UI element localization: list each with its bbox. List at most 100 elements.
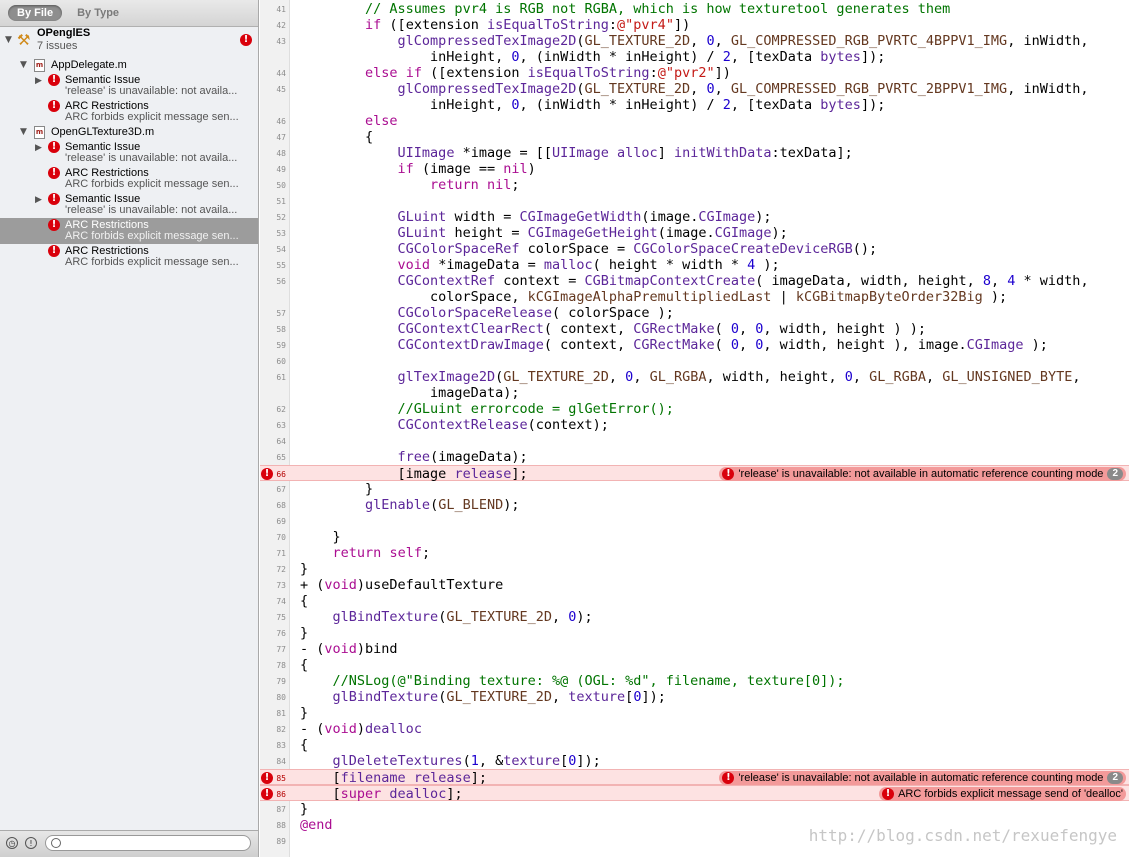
code-line[interactable]: 71 return self;: [260, 545, 1129, 561]
code-text: // Assumes pvr4 is RGB not RGBA, which i…: [365, 1, 951, 17]
line-number: 60: [276, 357, 286, 366]
code-line[interactable]: 65 free(imageData);: [260, 449, 1129, 465]
code-line[interactable]: 80 glBindTexture(GL_TEXTURE_2D, texture[…: [260, 689, 1129, 705]
disclosure-triangle-icon[interactable]: ▶: [35, 76, 42, 87]
code-line[interactable]: 73 + (void)useDefaultTexture: [260, 577, 1129, 593]
code-line[interactable]: 70 }: [260, 529, 1129, 545]
line-number: 72: [276, 565, 286, 574]
code-line[interactable]: 42 if ([extension isEqualToString:@"pvr4…: [260, 17, 1129, 33]
code-line[interactable]: 55 void *imageData = malloc( height * wi…: [260, 257, 1129, 273]
disclosure-triangle-icon[interactable]: ▼: [5, 35, 12, 46]
line-number: 56: [276, 277, 286, 286]
code-line[interactable]: 44 else if ([extension isEqualToString:@…: [260, 65, 1129, 81]
error-icon[interactable]: !: [261, 788, 273, 800]
code-line[interactable]: 52 GLuint width = CGImageGetWidth(image.…: [260, 209, 1129, 225]
code-line[interactable]: 67 }: [260, 481, 1129, 497]
code-line-error[interactable]: 66! [image release];!'release' is unavai…: [260, 465, 1129, 482]
line-number: 77: [276, 645, 286, 654]
issue-row[interactable]: ▶! Semantic Issue'release' is unavailable…: [0, 140, 258, 166]
code-text: {: [300, 129, 374, 145]
project-row[interactable]: ▼ ⚒ OPenglES 7 issues!: [0, 27, 258, 53]
line-number: 48: [276, 149, 286, 158]
code-line[interactable]: 75 glBindTexture(GL_TEXTURE_2D, 0);: [260, 609, 1129, 625]
issue-row[interactable]: ! ARC Restrictions ARC forbids explicit me…: [0, 99, 258, 125]
code-line[interactable]: 87}: [260, 801, 1129, 817]
code-line[interactable]: 49 if (image == nil): [260, 161, 1129, 177]
disclosure-triangle-icon[interactable]: ▶: [35, 143, 42, 154]
code-line[interactable]: 76}: [260, 625, 1129, 641]
code-line[interactable]: 60: [260, 353, 1129, 369]
line-number: 70: [276, 533, 286, 542]
code-line[interactable]: 64: [260, 433, 1129, 449]
code-line[interactable]: 77 - (void)bind: [260, 641, 1129, 657]
disclosure-triangle-icon[interactable]: ▼: [20, 127, 27, 138]
code-line[interactable]: 74 {: [260, 593, 1129, 609]
code-line[interactable]: 79 //NSLog(@"Binding texture: %@ (OGL: %…: [260, 673, 1129, 689]
code-line[interactable]: 62 //GLuint errorcode = glGetError();: [260, 401, 1129, 417]
file-name: OpenGLTexture3D.m: [51, 126, 155, 138]
error-icon: !: [48, 193, 60, 205]
line-number: 89: [276, 837, 286, 846]
line-number: 43: [276, 37, 286, 46]
code-line-error[interactable]: 85! [filename release];!'release' is una…: [260, 769, 1129, 786]
code-line[interactable]: 58 CGContextClearRect( context, CGRectMa…: [260, 321, 1129, 337]
issue-detail: 'release' is unavailable: not availa...: [65, 85, 238, 97]
issue-detail: 'release' is unavailable: not availa...: [65, 204, 238, 216]
code-line-error[interactable]: 86! [super dealloc];! ARC forbids explici…: [260, 785, 1129, 802]
issue-row[interactable]: ! ARC Restrictions ARC forbids explicit me…: [0, 218, 258, 244]
code-text: inHeight, 0, (inWidth * inHeight) / 2, […: [430, 49, 886, 65]
filter-search-input[interactable]: [45, 835, 251, 851]
warning-filter-icon[interactable]: !: [25, 837, 37, 849]
code-line[interactable]: 45 glCompressedTexImage2D(GL_TEXTURE_2D,…: [260, 81, 1129, 97]
code-line[interactable]: 54 CGColorSpaceRef colorSpace = CGColorS…: [260, 241, 1129, 257]
file-row[interactable]: ▼ m AppDelegate.m: [0, 58, 258, 73]
clock-icon[interactable]: ◷: [6, 837, 18, 849]
code-line[interactable]: inHeight, 0, (inWidth * inHeight) / 2, […: [260, 49, 1129, 65]
code-text: colorSpace, kCGImageAlphaPremultipliedLa…: [430, 289, 1008, 305]
scope-by-type-button[interactable]: By Type: [68, 5, 128, 21]
error-icon: !: [48, 219, 60, 231]
source-editor[interactable]: 41 // Assumes pvr4 is RGB not RGBA, whic…: [260, 0, 1129, 857]
error-icon[interactable]: !: [261, 772, 273, 784]
file-row[interactable]: ▼ m OpenGLTexture3D.m: [0, 125, 258, 140]
code-line[interactable]: 69: [260, 513, 1129, 529]
code-line[interactable]: 78 {: [260, 657, 1129, 673]
error-icon[interactable]: !: [261, 468, 273, 480]
issue-row[interactable]: ! ARC Restrictions ARC forbids explicit me…: [0, 166, 258, 192]
code-line[interactable]: 61 glTexImage2D(GL_TEXTURE_2D, 0, GL_RGB…: [260, 369, 1129, 385]
code-line[interactable]: imageData);: [260, 385, 1129, 401]
inline-error-badge[interactable]: !'release' is unavailable: not available…: [719, 467, 1126, 481]
xcode-project-icon: ⚒: [17, 31, 31, 49]
disclosure-triangle-icon[interactable]: ▼: [20, 60, 27, 71]
code-line[interactable]: 46 else: [260, 113, 1129, 129]
code-line[interactable]: 53 GLuint height = CGImageGetHeight(imag…: [260, 225, 1129, 241]
code-line[interactable]: 57 CGColorSpaceRelease( colorSpace );: [260, 305, 1129, 321]
code-line[interactable]: 59 CGContextDrawImage( context, CGRectMa…: [260, 337, 1129, 353]
code-line[interactable]: colorSpace, kCGImageAlphaPremultipliedLa…: [260, 289, 1129, 305]
code-line[interactable]: 41 // Assumes pvr4 is RGB not RGBA, whic…: [260, 1, 1129, 17]
scope-by-file-button[interactable]: By File: [8, 5, 63, 21]
code-line[interactable]: 47 {: [260, 129, 1129, 145]
line-number: 46: [276, 117, 286, 126]
code-text: glBindTexture(GL_TEXTURE_2D, 0);: [332, 609, 593, 625]
code-line[interactable]: 82 - (void)dealloc: [260, 721, 1129, 737]
issue-row[interactable]: ▶! Semantic Issue'release' is unavailable…: [0, 192, 258, 218]
code-line[interactable]: 81}: [260, 705, 1129, 721]
disclosure-triangle-icon[interactable]: ▶: [35, 195, 42, 206]
code-line[interactable]: 84 glDeleteTextures(1, &texture[0]);: [260, 753, 1129, 769]
issue-row[interactable]: ▶! Semantic Issue'release' is unavailable…: [0, 73, 258, 99]
code-line[interactable]: 51: [260, 193, 1129, 209]
issue-detail: ARC forbids explicit message sen...: [65, 178, 239, 190]
issue-row[interactable]: ! ARC Restrictions ARC forbids explicit me…: [0, 244, 258, 270]
code-line[interactable]: inHeight, 0, (inWidth * inHeight) / 2, […: [260, 97, 1129, 113]
code-line[interactable]: 63 CGContextRelease(context);: [260, 417, 1129, 433]
code-line[interactable]: 50 return nil;: [260, 177, 1129, 193]
code-line[interactable]: 48 UIImage *image = [[UIImage alloc] ini…: [260, 145, 1129, 161]
code-line[interactable]: 83 {: [260, 737, 1129, 753]
code-line[interactable]: 56 CGContextRef context = CGBitmapContex…: [260, 273, 1129, 289]
code-line[interactable]: 68 glEnable(GL_BLEND);: [260, 497, 1129, 513]
code-line[interactable]: 43 glCompressedTexImage2D(GL_TEXTURE_2D,…: [260, 33, 1129, 49]
inline-error-badge[interactable]: !'release' is unavailable: not available…: [719, 771, 1126, 785]
code-line[interactable]: 72}: [260, 561, 1129, 577]
inline-error-badge[interactable]: ! ARC forbids explicit message send of 'd…: [879, 787, 1126, 801]
